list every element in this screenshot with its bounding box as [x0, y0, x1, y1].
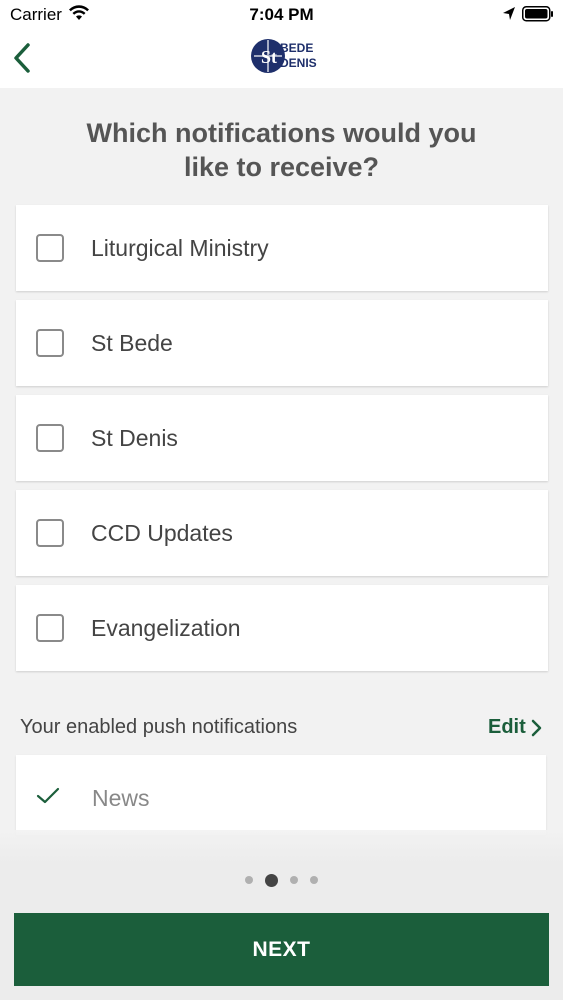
page-dot-active — [265, 873, 278, 887]
status-time: 7:04 PM — [249, 5, 314, 24]
chevron-right-icon — [531, 719, 542, 736]
checkbox[interactable] — [36, 614, 64, 642]
checkmark-icon — [36, 787, 60, 810]
logo-text-bede: BEDE — [280, 41, 313, 55]
checkbox[interactable] — [36, 234, 64, 262]
page-dot — [310, 876, 318, 884]
logo-text-denis: DENIS — [280, 56, 317, 70]
page-title: Which notifications would you like to re… — [0, 116, 563, 184]
option-label: St Denis — [91, 425, 178, 451]
option-label: Liturgical Ministry — [91, 235, 269, 261]
logo-monogram: St — [261, 47, 277, 67]
back-button[interactable] — [8, 40, 38, 76]
edit-button[interactable]: Edit — [488, 716, 542, 739]
option-liturgical-ministry[interactable]: Liturgical Ministry — [16, 205, 548, 291]
page-title-line-2: like to receive? — [183, 152, 380, 182]
checkbox[interactable] — [36, 519, 64, 547]
chevron-left-icon — [14, 43, 30, 73]
option-label: Evangelization — [91, 615, 241, 641]
page-title-line-1: Which notifications would you — [86, 118, 477, 148]
checkbox[interactable] — [36, 424, 64, 452]
option-ccd-updates[interactable]: CCD Updates — [16, 490, 548, 576]
option-label: St Bede — [91, 330, 173, 356]
parish-logo: St BEDE DENIS — [250, 36, 318, 76]
checkbox[interactable] — [36, 329, 64, 357]
page-dot — [245, 876, 253, 884]
option-st-denis[interactable]: St Denis — [16, 395, 548, 481]
enabled-notification-label: News — [92, 785, 150, 811]
page-indicator — [0, 873, 563, 887]
status-bar: Carrier 7:04 PM — [0, 0, 563, 30]
enabled-notification-item: News — [16, 755, 546, 835]
next-button[interactable]: NEXT — [14, 913, 549, 986]
option-label: CCD Updates — [91, 520, 233, 546]
option-evangelization[interactable]: Evangelization — [16, 585, 548, 671]
page-dot — [290, 876, 298, 884]
edit-label: Edit — [488, 716, 526, 738]
option-st-bede[interactable]: St Bede — [16, 300, 548, 386]
battery-icon — [522, 6, 554, 27]
enabled-notifications-header: Your enabled push notifications — [20, 716, 298, 738]
nav-bar: St BEDE DENIS — [0, 30, 563, 88]
location-arrow-icon — [502, 6, 516, 27]
